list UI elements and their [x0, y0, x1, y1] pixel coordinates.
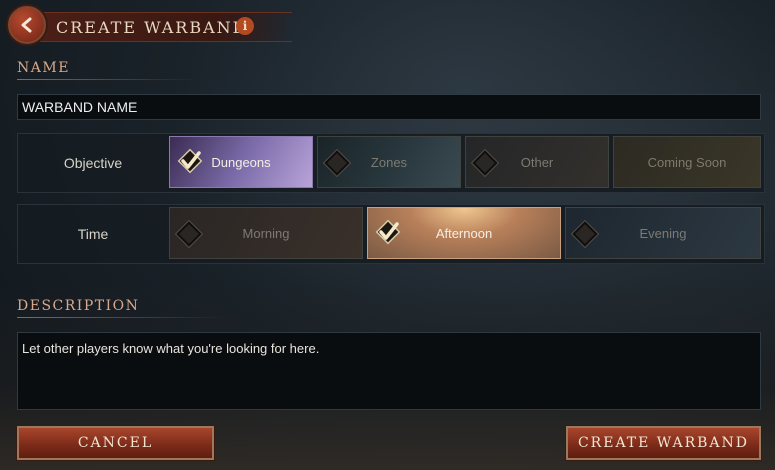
chevron-left-icon — [21, 17, 32, 33]
objective-label: Objective — [63, 155, 123, 171]
time-option-label: Morning — [242, 225, 290, 241]
time-row: Time Morning Afternoon Evening — [17, 204, 765, 264]
unchecked-diamond-icon — [572, 221, 598, 247]
checkmark-icon — [176, 147, 204, 175]
objective-option-label: Dungeons — [211, 154, 271, 170]
objective-row: Objective Dungeons Zones Other Coming So… — [17, 133, 765, 193]
objective-option-dungeons[interactable]: Dungeons — [169, 136, 313, 188]
objective-option-label: Coming Soon — [647, 154, 727, 170]
objective-option-label: Zones — [370, 154, 408, 170]
time-option-morning[interactable]: Morning — [169, 207, 363, 259]
back-button[interactable] — [6, 4, 48, 46]
cancel-button[interactable]: CANCEL — [17, 426, 214, 460]
objective-option-zones[interactable]: Zones — [317, 136, 461, 188]
unchecked-diamond-icon — [324, 150, 350, 176]
page-title: CREATE WARBAND — [56, 18, 248, 37]
time-option-label: Evening — [639, 225, 687, 241]
name-underline — [17, 79, 197, 80]
description-underline — [17, 317, 227, 318]
unchecked-diamond-icon — [176, 221, 202, 247]
objective-option-coming-soon: Coming Soon — [613, 136, 761, 188]
header: CREATE WARBAND i — [6, 4, 306, 46]
checkmark-icon — [374, 218, 402, 246]
description-label: DESCRIPTION — [17, 298, 140, 314]
unchecked-diamond-icon — [472, 150, 498, 176]
warband-name-input[interactable] — [17, 94, 761, 120]
info-icon[interactable]: i — [236, 17, 254, 35]
time-option-label: Afternoon — [435, 225, 493, 241]
time-option-evening[interactable]: Evening — [565, 207, 761, 259]
create-warband-button[interactable]: CREATE WARBAND — [566, 426, 761, 460]
name-label: NAME — [17, 60, 70, 76]
title-plate: CREATE WARBAND i — [40, 12, 292, 42]
time-label: Time — [77, 226, 109, 242]
objective-option-other[interactable]: Other — [465, 136, 609, 188]
time-option-afternoon[interactable]: Afternoon — [367, 207, 561, 259]
objective-option-label: Other — [520, 154, 554, 170]
description-textarea[interactable]: Let other players know what you're looki… — [17, 332, 761, 410]
